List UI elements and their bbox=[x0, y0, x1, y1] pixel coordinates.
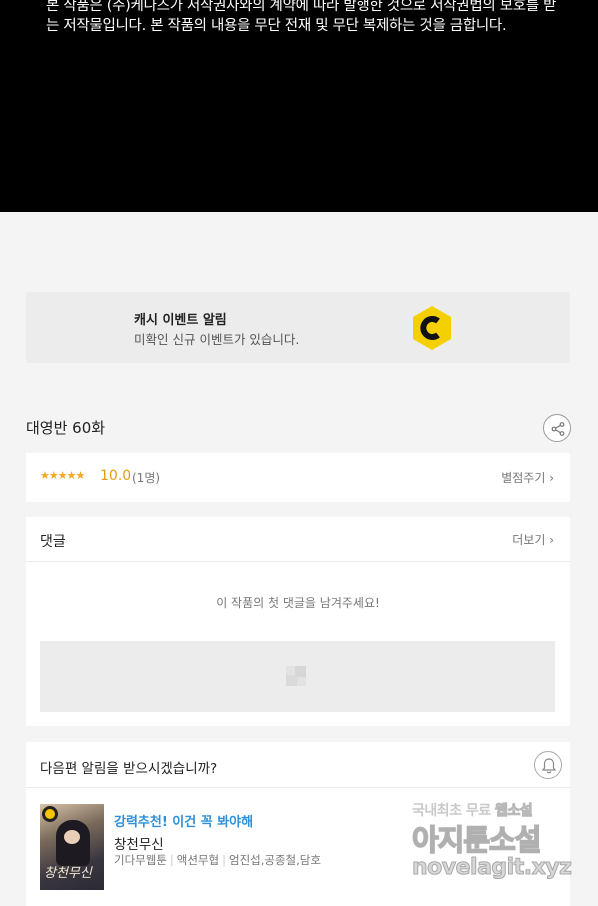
bell-icon bbox=[541, 758, 557, 774]
alarm-title: 다음편 알림을 받으시겠습니까? bbox=[40, 761, 218, 777]
thumbnail-face bbox=[64, 830, 80, 844]
recommendation-thumbnail[interactable]: 창천무신 bbox=[40, 804, 104, 890]
rating-stars: ★★★★★ bbox=[40, 469, 85, 482]
copyright-notice-text: 본 작품은 (주)케나즈가 저작권자와의 계약에 따라 발행한 것으로 저작권법… bbox=[46, 0, 557, 34]
recommendation-category: 기다무웹툰 bbox=[114, 853, 167, 867]
comments-empty-message: 이 작품의 첫 댓글을 남겨주세요! bbox=[216, 596, 380, 610]
recommendation-promo[interactable]: 강력추천! 이건 꼭 봐야해 bbox=[114, 811, 253, 830]
image-placeholder-icon bbox=[286, 666, 306, 686]
comments-title: 댓글 bbox=[40, 534, 66, 550]
share-icon bbox=[551, 422, 565, 436]
rating-card: ★★★★★ 10.0 (1명) 별점주기 › bbox=[26, 453, 570, 502]
watermark-line3: novelagit.xyz bbox=[411, 855, 572, 881]
alarm-header: 다음편 알림을 받으시겠습니까? bbox=[26, 742, 570, 788]
recommendation-title[interactable]: 창천무신 bbox=[114, 833, 164, 853]
comments-card: 댓글 더보기 › 이 작품의 첫 댓글을 남겨주세요! bbox=[26, 517, 570, 726]
cash-event-title: 캐시 이벤트 알림 bbox=[134, 313, 227, 328]
recommendation-authors: 엄진섭,공종철,담호 bbox=[228, 853, 321, 867]
comments-more-link[interactable]: 더보기 › bbox=[512, 531, 554, 548]
site-watermark: 국내최초 무료 웹소설 아지툰소설 novelagit.xyz bbox=[411, 800, 577, 890]
cash-event-banner[interactable]: 캐시 이벤트 알림 미확인 신규 이벤트가 있습니다. bbox=[26, 292, 570, 363]
share-button[interactable] bbox=[543, 414, 571, 442]
comments-header: 댓글 더보기 › bbox=[26, 517, 570, 562]
recommendation-genre: 액션무협 bbox=[176, 853, 220, 867]
recommendation-meta: 기다무웹툰 | 액션무협 | 엄진섭,공종철,담호 bbox=[114, 853, 321, 867]
copyright-notice: 본 작품은 (주)케나즈가 저작권자와의 계약에 따라 발행한 것으로 저작권법… bbox=[0, 0, 598, 212]
episode-title: 대영반 60화 bbox=[26, 419, 106, 437]
rating-count: (1명) bbox=[132, 471, 161, 485]
comment-input-area[interactable] bbox=[40, 641, 555, 712]
alarm-bell-button[interactable] bbox=[534, 751, 562, 779]
wait-free-clock-icon bbox=[42, 806, 58, 822]
cash-event-subtitle: 미확인 신규 이벤트가 있습니다. bbox=[134, 332, 300, 347]
thumbnail-logo: 창천무신 bbox=[44, 866, 92, 881]
rating-score: 10.0 bbox=[100, 468, 132, 484]
rate-button[interactable]: 별점주기 › bbox=[501, 469, 554, 486]
watermark-line2: 아지툰소설 bbox=[411, 822, 542, 858]
c-coin-icon bbox=[413, 306, 451, 350]
